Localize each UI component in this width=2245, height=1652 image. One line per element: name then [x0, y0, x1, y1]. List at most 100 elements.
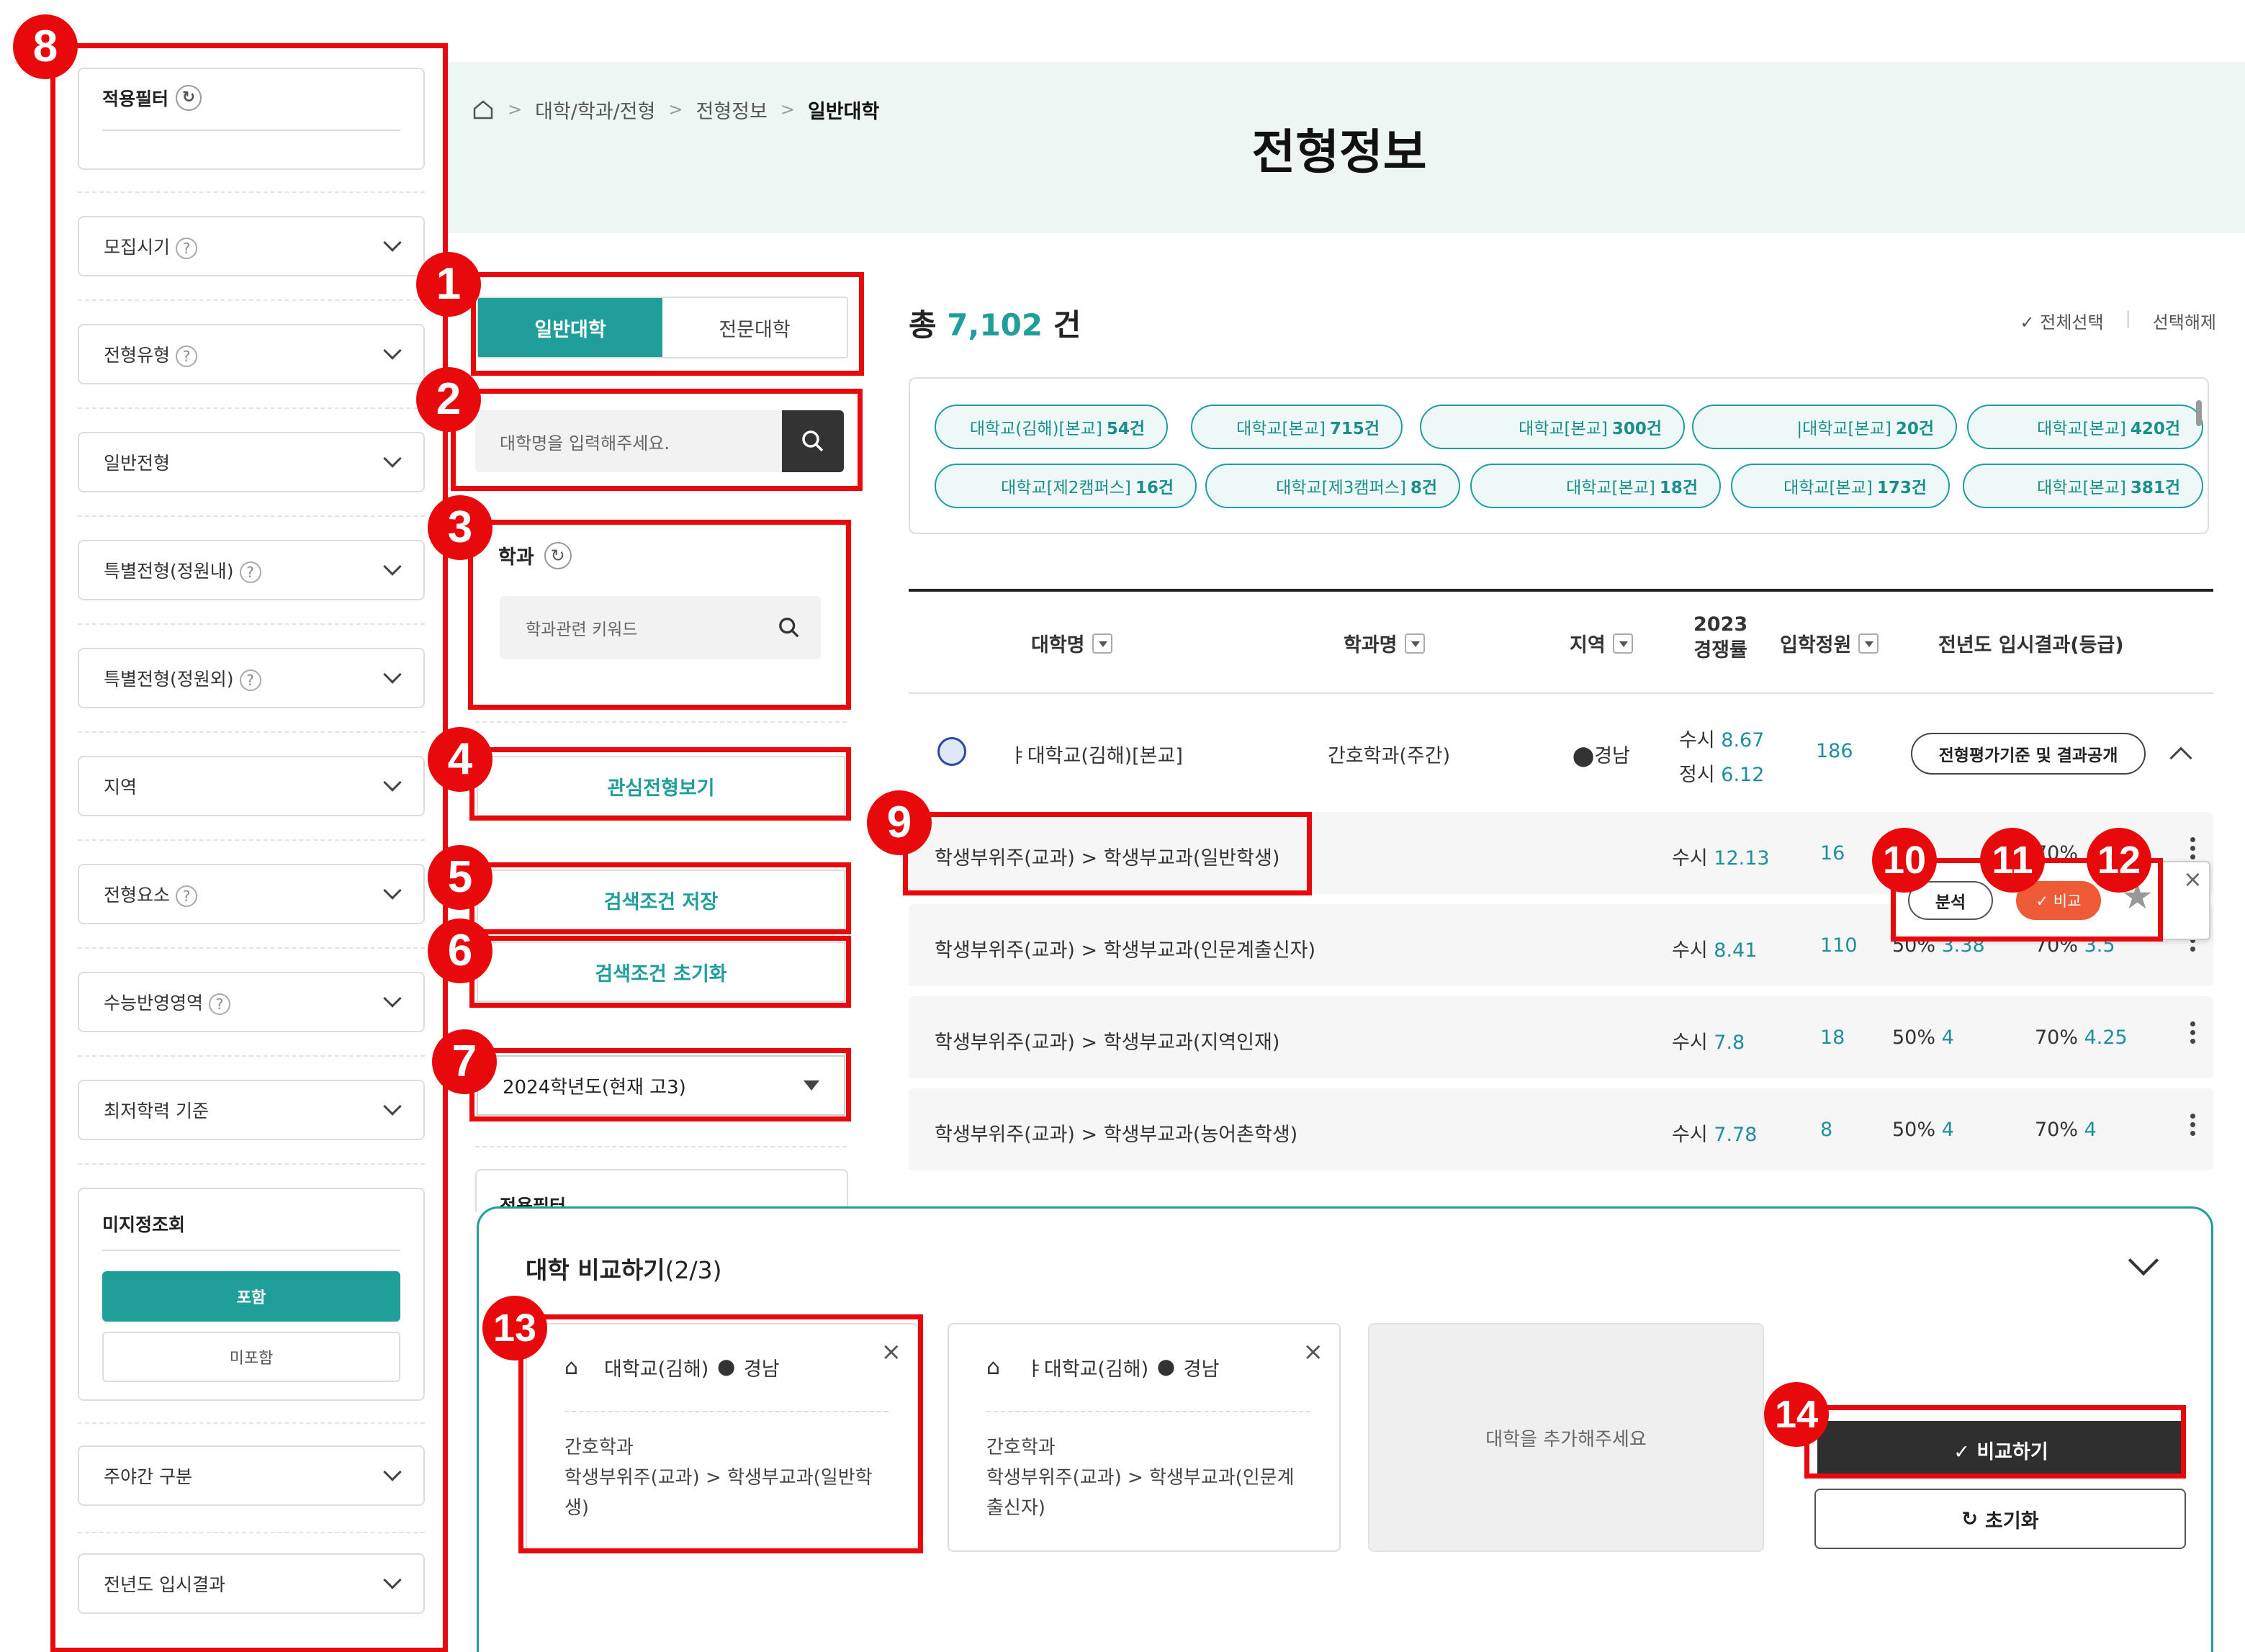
col-label: 지역	[1570, 634, 1606, 656]
add-university-slot[interactable]: 대학을 추가해주세요	[1368, 1323, 1764, 1552]
chevron-right-icon: >	[780, 99, 795, 119]
scrollbar-thumb[interactable]	[2196, 400, 2202, 426]
col-quota[interactable]: 입학정원	[1780, 629, 1879, 657]
badge-10: 10	[1872, 828, 1937, 893]
total-prefix: 총	[909, 307, 937, 343]
col-dept[interactable]: 학과명	[1344, 629, 1425, 657]
annotation-box-14	[1804, 1405, 2186, 1479]
sort-icon[interactable]	[1858, 633, 1879, 654]
susi-ratio: 수시 8.67	[1679, 724, 1764, 752]
selection-controls: ✓ 전체선택 | 선택해제	[2020, 308, 2216, 333]
col-label: 전년도 입시결과(등급)	[1938, 634, 2124, 656]
annotation-box-13	[518, 1314, 923, 1553]
badge-14: 14	[1764, 1382, 1829, 1447]
track-name[interactable]: 학생부위주(교과) > 학생부교과(인문계출신자)	[935, 934, 1315, 962]
value: 6.12	[1721, 764, 1765, 786]
table-row[interactable]: 학생부위주(교과) > 학생부교과(지역인재) 수시 7.8 18 50% 4 70% …	[909, 996, 2213, 1078]
university-chip[interactable]: 대학교[본교] 300건	[1420, 405, 1685, 449]
breadcrumb-item[interactable]: 대학/학과/전형	[535, 96, 655, 124]
chevron-right-icon: >	[508, 99, 523, 119]
jeongsi-ratio: 정시 6.12	[1679, 759, 1764, 787]
compare-reset-label: 초기화	[1985, 1509, 2039, 1533]
quota-value: 110	[1820, 934, 1858, 957]
university-chip[interactable]: 대학교[제3캠퍼스] 8건	[1205, 464, 1460, 508]
university-chip[interactable]: 대학교[본교] 173건	[1731, 464, 1950, 508]
badge-12: 12	[2087, 828, 2151, 893]
close-icon[interactable]: ×	[2183, 865, 2203, 893]
compare-title-text: 대학 비교하기	[526, 1256, 665, 1284]
badge-11: 11	[1980, 828, 2045, 893]
sort-icon[interactable]	[1612, 633, 1633, 654]
annotation-box-9	[903, 812, 1312, 895]
annotation-box-6	[469, 936, 851, 1008]
value: 8.67	[1721, 729, 1765, 751]
track-name[interactable]: 학생부위주(교과) > 학생부교과(지역인재)	[935, 1026, 1279, 1055]
univ-name[interactable]: ㅑ대학교(김해)[본교]	[1009, 740, 1183, 768]
table-row[interactable]: 학생부위주(교과) > 학생부교과(농어촌학생) 수시 7.78 8 50% 4 70%…	[909, 1088, 2213, 1170]
quota-value: 16	[1820, 842, 1845, 865]
col-univ[interactable]: 대학명	[1031, 629, 1112, 657]
breadcrumb-item[interactable]: 전형정보	[696, 96, 767, 124]
more-vertical-icon[interactable]	[2190, 1110, 2196, 1139]
badge-1: 1	[416, 252, 481, 317]
university-chip[interactable]: 대학교[제2캠퍼스] 16건	[935, 464, 1197, 508]
label: 수시	[1679, 729, 1715, 751]
close-icon[interactable]: ×	[1303, 1337, 1324, 1366]
more-vertical-icon[interactable]	[2190, 834, 2196, 863]
col-competition: 2023 경쟁률	[1693, 612, 1747, 664]
university-logo-icon	[937, 737, 966, 766]
university-chip[interactable]: 대학교[본교] 381건	[1963, 464, 2203, 508]
home-icon[interactable]	[472, 98, 495, 121]
university-chip-list: 대학교(김해)[본교] 54건 대학교[본교] 715건 대학교[본교] 300건 |대학교…	[909, 377, 2209, 534]
col-prev-result: 전년도 입시결과(등급)	[1938, 629, 2124, 657]
prev-50-cell: 50% 4	[1892, 1119, 1954, 1141]
col-label: 2023	[1693, 613, 1748, 636]
total-number: 7,102	[947, 307, 1043, 343]
col-label: 경쟁률	[1693, 639, 1747, 662]
university-chip[interactable]: |대학교[본교] 20건	[1692, 405, 1957, 449]
col-region[interactable]: 지역	[1570, 629, 1633, 657]
card-track: 학생부위주(교과) > 학생부교과(인문계출신자)	[986, 1467, 1295, 1519]
track-name[interactable]: 학생부위주(교과) > 학생부교과(농어촌학생)	[935, 1119, 1297, 1147]
annotation-box-2	[451, 389, 863, 491]
refresh-icon: ↻	[1961, 1507, 1979, 1530]
location-pin-icon: ⬤	[1157, 1358, 1175, 1376]
university-chip[interactable]: 대학교[본교] 18건	[1470, 464, 1721, 508]
chevron-right-icon: >	[668, 99, 683, 119]
total-suffix: 건	[1053, 307, 1081, 343]
col-label: 학과명	[1344, 634, 1398, 656]
breadcrumb-current: 일반대학	[807, 100, 880, 123]
applied-filter-box-2: 적용필터	[475, 1169, 848, 1217]
prev-50-cell: 50% 4	[1892, 1026, 1954, 1049]
university-chip[interactable]: 대학교[본교] 420건	[1967, 405, 2203, 449]
compare-reset-button[interactable]: ↻ 초기화	[1814, 1489, 2186, 1549]
ratio-cell: 수시 7.78	[1672, 1124, 1758, 1146]
evaluation-criteria-button[interactable]: 전형평가기준 및 결과공개	[1911, 733, 2146, 775]
university-chip[interactable]: 대학교[본교] 715건	[1191, 405, 1403, 449]
card-univ: ㅑ대학교(김해)	[1026, 1358, 1149, 1381]
table-header: 대학명 학과명 지역 2023 경쟁률 입학정원 전년도 입시결과(등급)	[909, 589, 2213, 694]
chevron-up-icon[interactable]	[2169, 746, 2192, 769]
deselect-button[interactable]: 선택해제	[2153, 308, 2216, 333]
sort-icon[interactable]	[1404, 633, 1425, 654]
quota-value: 8	[1820, 1119, 1833, 1141]
total-count: 총 7,102 건	[909, 301, 1081, 345]
card-dept: 간호학과	[986, 1437, 1056, 1458]
table-row-university[interactable]: ㅑ대학교(김해)[본교] 간호학과(주간) ⬤경남 수시 8.67 정시 6.1…	[909, 708, 2213, 787]
more-vertical-icon[interactable]	[2190, 1018, 2196, 1047]
badge-3: 3	[428, 495, 492, 560]
badge-9: 9	[867, 790, 932, 855]
university-chip[interactable]: 대학교(김해)[본교] 54건	[935, 405, 1168, 449]
region-text: 경남	[1594, 745, 1630, 767]
col-label: 대학명	[1031, 634, 1085, 656]
badge-2: 2	[416, 367, 481, 432]
annotation-box-7	[469, 1048, 851, 1121]
col-label: 입학정원	[1780, 634, 1852, 656]
ratio-cell: 수시 8.41	[1672, 939, 1758, 962]
sort-icon[interactable]	[1092, 633, 1112, 654]
location-pin-icon: ⬤	[1573, 745, 1595, 767]
badge-13: 13	[482, 1296, 547, 1360]
select-all-button[interactable]: ✓ 전체선택	[2020, 308, 2104, 333]
university-building-icon: ⌂	[986, 1355, 1001, 1380]
prev-70-cell: 70% 4.25	[2035, 1026, 2128, 1049]
